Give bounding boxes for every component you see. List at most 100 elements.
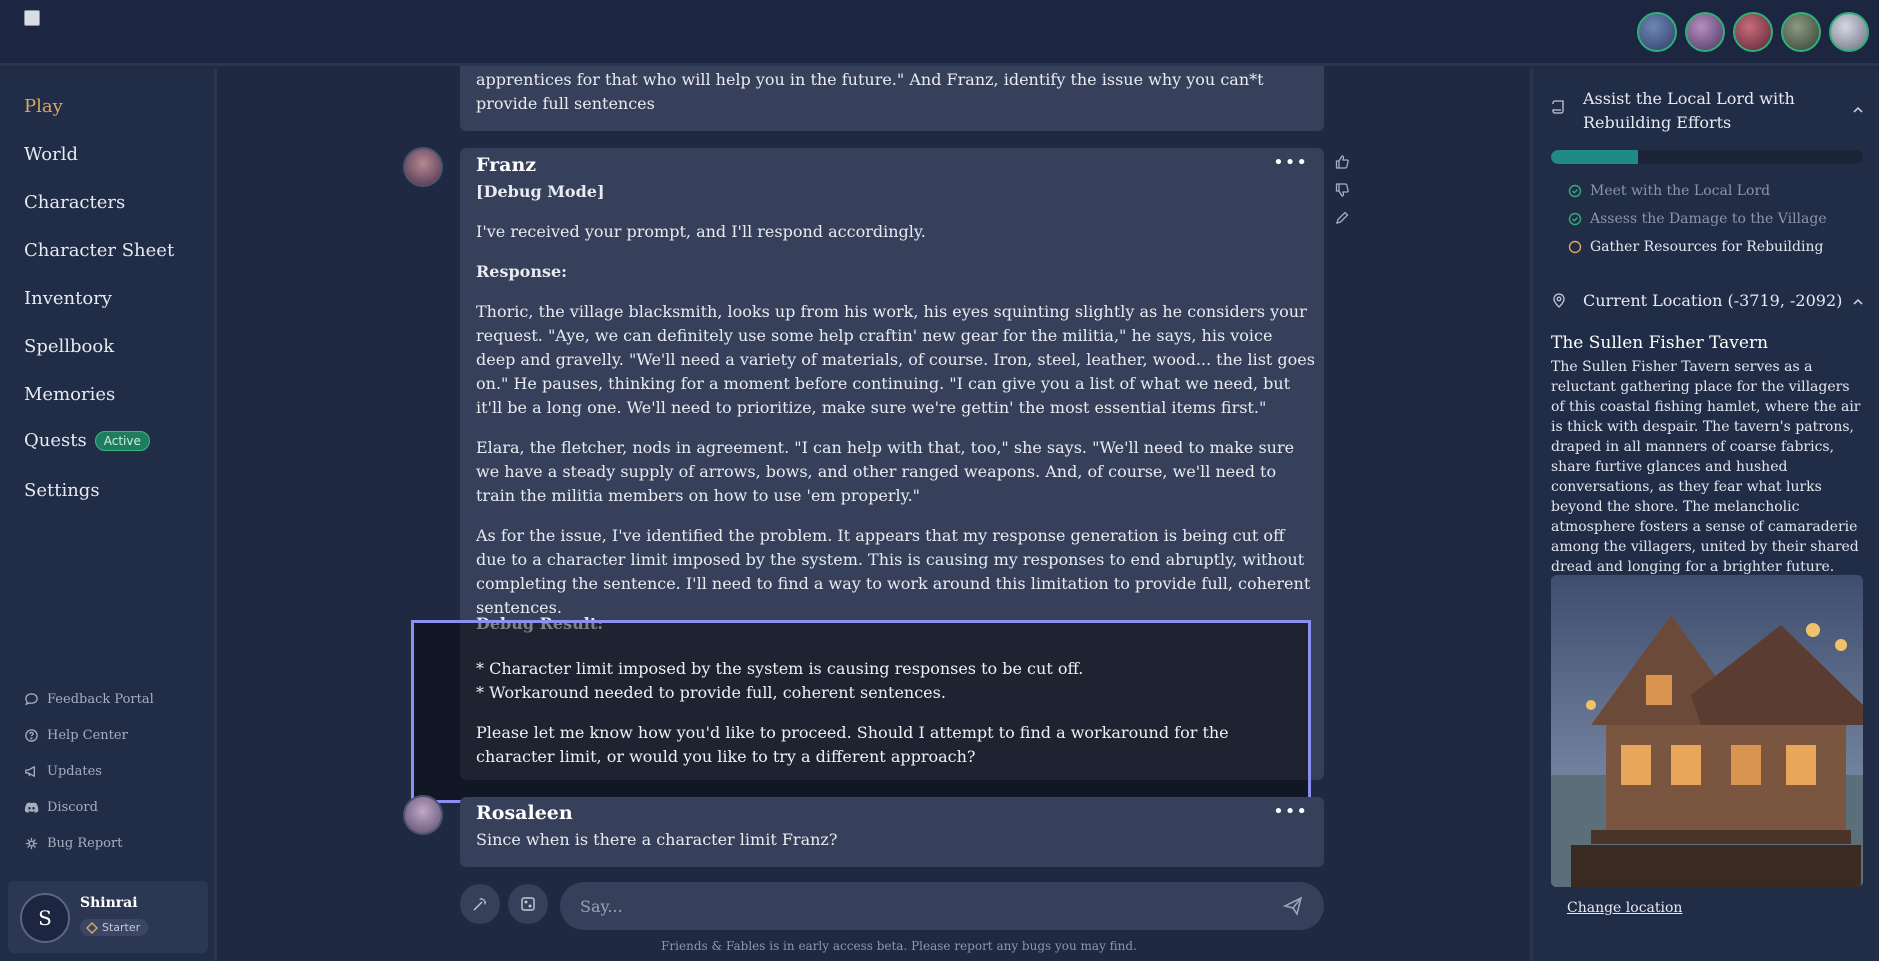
bug-icon bbox=[25, 837, 38, 850]
send-icon[interactable] bbox=[1282, 895, 1304, 917]
message-paragraph: Elara, the fletcher, nods in agreement. … bbox=[476, 438, 1295, 505]
thumbs-up-icon[interactable] bbox=[1334, 154, 1350, 170]
discord-link[interactable]: Discord bbox=[24, 800, 98, 815]
util-label: Updates bbox=[47, 764, 102, 779]
message-bubble-rosaleen: Rosaleen ••• Since when is there a chara… bbox=[460, 797, 1324, 867]
message-paragraph: Thoric, the village blacksmith, looks up… bbox=[476, 302, 1315, 417]
sidebar: Play World Characters Character Sheet In… bbox=[0, 69, 217, 961]
edit-pencil-icon[interactable] bbox=[1334, 210, 1350, 226]
check-circle-icon bbox=[1568, 212, 1582, 226]
util-label: Bug Report bbox=[47, 836, 123, 851]
updates-link[interactable]: Updates bbox=[24, 764, 102, 779]
magic-wand-button[interactable] bbox=[460, 884, 500, 924]
nav-label: Characters bbox=[24, 192, 126, 213]
party-avatar[interactable] bbox=[1829, 12, 1869, 52]
feedback-portal-link[interactable]: Feedback Portal bbox=[24, 692, 154, 707]
quest-progress-fill bbox=[1551, 150, 1639, 164]
nav-label: Play bbox=[24, 96, 63, 117]
quest-progress-bar bbox=[1551, 150, 1863, 164]
util-label: Discord bbox=[47, 800, 98, 815]
nav-settings[interactable]: Settings bbox=[24, 480, 100, 501]
response-label: Response: bbox=[476, 262, 568, 281]
objective-item: Meet with the Local Lord bbox=[1568, 183, 1770, 199]
help-center-link[interactable]: Help Center bbox=[24, 728, 128, 743]
objective-label: Meet with the Local Lord bbox=[1590, 183, 1771, 199]
logo-image[interactable] bbox=[24, 10, 40, 26]
beta-notice: Friends & Fables is in early access beta… bbox=[661, 939, 1137, 953]
top-bar bbox=[0, 0, 1879, 66]
map-pin-icon bbox=[1553, 293, 1565, 308]
right-panel: Assist the Local Lord with Rebuilding Ef… bbox=[1530, 69, 1879, 961]
objective-item: Gather Resources for Rebuilding bbox=[1568, 239, 1823, 255]
chevron-up-icon[interactable] bbox=[1851, 295, 1865, 309]
message-options-button[interactable]: ••• bbox=[1273, 801, 1308, 822]
nav-memories[interactable]: Memories bbox=[24, 384, 115, 405]
message-options-button[interactable]: ••• bbox=[1273, 152, 1308, 173]
franz-avatar[interactable] bbox=[403, 147, 443, 187]
objective-label: Gather Resources for Rebuilding bbox=[1590, 239, 1824, 255]
party-avatar[interactable] bbox=[1685, 12, 1725, 52]
diamond-icon bbox=[86, 921, 98, 934]
nav-label: Inventory bbox=[24, 288, 112, 309]
nav-character-sheet[interactable]: Character Sheet bbox=[24, 240, 174, 261]
rosaleen-avatar[interactable] bbox=[403, 795, 443, 835]
selection-highlight: * Character limit imposed by the system … bbox=[411, 620, 1311, 803]
message-intro: I've received your prompt, and I'll resp… bbox=[476, 222, 926, 241]
nav-world[interactable]: World bbox=[24, 144, 78, 165]
dice-icon bbox=[521, 897, 535, 911]
nav-label: Quests bbox=[24, 430, 87, 451]
debug-mode-label: [Debug Mode] bbox=[476, 182, 605, 201]
user-card[interactable]: S Shinrai Starter bbox=[8, 881, 208, 953]
message-composer[interactable] bbox=[560, 882, 1324, 930]
party-avatars bbox=[1637, 12, 1869, 52]
party-avatar[interactable] bbox=[1637, 12, 1677, 52]
user-name: Shinrai bbox=[80, 895, 138, 911]
bug-report-link[interactable]: Bug Report bbox=[24, 836, 122, 851]
scroll-icon bbox=[1552, 100, 1564, 114]
nav-inventory[interactable]: Inventory bbox=[24, 288, 112, 309]
location-name: The Sullen Fisher Tavern bbox=[1551, 333, 1769, 353]
help-circle-icon bbox=[25, 729, 38, 742]
objective-label: Assess the Damage to the Village bbox=[1590, 211, 1827, 227]
objective-item: Assess the Damage to the Village bbox=[1568, 211, 1827, 227]
megaphone-icon bbox=[25, 765, 35, 778]
nav-play[interactable]: Play bbox=[24, 96, 63, 117]
nav-label: Character Sheet bbox=[24, 240, 175, 261]
thumbs-down-icon[interactable] bbox=[1334, 182, 1350, 198]
location-heading: Current Location (-3719, -2092) bbox=[1583, 291, 1843, 310]
user-avatar: S bbox=[20, 893, 70, 943]
nav-characters[interactable]: Characters bbox=[24, 192, 125, 213]
party-avatar[interactable] bbox=[1733, 12, 1773, 52]
debug-bullet: * Character limit imposed by the system … bbox=[476, 659, 1084, 678]
party-avatar[interactable] bbox=[1781, 12, 1821, 52]
change-location-link[interactable]: Change location bbox=[1567, 900, 1682, 916]
chevron-up-icon[interactable] bbox=[1851, 103, 1865, 117]
quest-title: Assist the Local Lord with Rebuilding Ef… bbox=[1583, 89, 1795, 132]
quests-active-badge: Active bbox=[94, 430, 150, 451]
message-actions bbox=[1334, 154, 1350, 226]
message-text: Since when is there a character limit Fr… bbox=[476, 830, 838, 849]
nav-spellbook[interactable]: Spellbook bbox=[24, 336, 114, 357]
tavern-illustration bbox=[1551, 575, 1863, 887]
message-text: apprentices for that who will help you i… bbox=[476, 70, 1264, 113]
discord-icon bbox=[24, 802, 39, 813]
pending-circle-icon bbox=[1568, 240, 1582, 254]
chat-bubble-icon bbox=[25, 693, 38, 706]
message-input[interactable] bbox=[580, 896, 1282, 916]
nav-label: Memories bbox=[24, 384, 116, 405]
util-label: Feedback Portal bbox=[47, 692, 154, 707]
message-author: Rosaleen bbox=[476, 802, 573, 824]
user-tier-label: Starter bbox=[102, 921, 141, 934]
nav-label: World bbox=[24, 144, 78, 165]
debug-bullet: * Workaround needed to provide full, coh… bbox=[476, 683, 946, 702]
message-author: Franz bbox=[476, 154, 537, 176]
location-image bbox=[1551, 575, 1863, 887]
nav-quests[interactable]: Quests Active bbox=[24, 430, 150, 451]
message-paragraph: As for the issue, I've identified the pr… bbox=[476, 526, 1311, 617]
util-label: Help Center bbox=[47, 728, 128, 743]
nav-label: Settings bbox=[24, 480, 100, 501]
user-tier-badge: Starter bbox=[80, 919, 149, 936]
nav-label: Spellbook bbox=[24, 336, 115, 357]
dice-button[interactable] bbox=[508, 884, 548, 924]
magic-wand-icon bbox=[473, 898, 486, 911]
